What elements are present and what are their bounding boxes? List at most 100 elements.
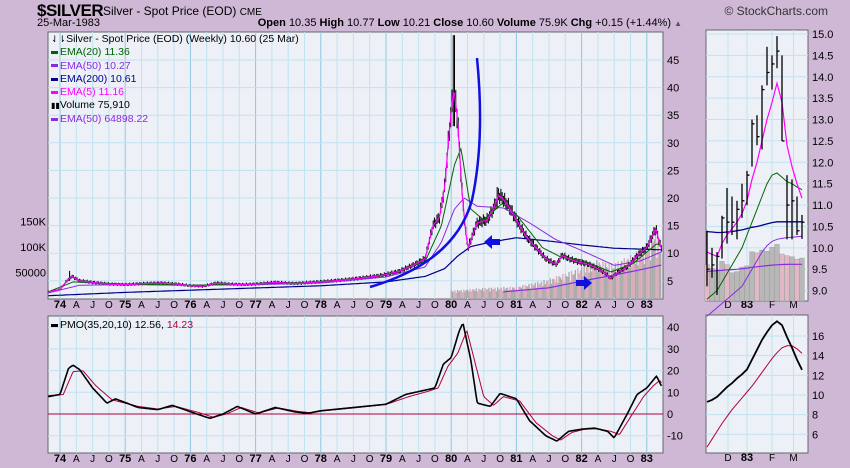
volume-bar — [456, 289, 459, 298]
x-tick-label: A — [269, 454, 276, 465]
pmo-tick-label: 10 — [812, 390, 824, 402]
x-tick-label: 82 — [575, 453, 587, 465]
volume-bar — [554, 281, 556, 298]
x-tick-label: J — [221, 454, 226, 465]
volume-bar — [634, 263, 637, 298]
volume-bar — [549, 278, 551, 298]
volume-bar — [603, 274, 605, 298]
volume-bar — [604, 262, 607, 298]
x-tick-label: A — [464, 300, 471, 311]
volume-bar — [572, 274, 574, 298]
pmo-tick-label: 10 — [667, 387, 679, 399]
legend-volume-text: Volume 75,910 — [59, 99, 130, 112]
volume-bar — [658, 253, 661, 298]
volume-bar — [532, 285, 534, 298]
pmo-legend: PMO(35,20,10) 12.56, 14.23 — [51, 319, 193, 331]
volume-bar — [505, 287, 508, 298]
volume-bar — [528, 283, 530, 298]
volume-bar — [491, 289, 494, 298]
volume-bar — [759, 249, 765, 302]
x-tick-label: O — [235, 300, 243, 311]
volume-bar — [648, 239, 651, 298]
volume-bar — [779, 253, 785, 302]
volume-bar — [450, 290, 452, 298]
legend-ema20: EMA(20) 11.36 — [51, 46, 299, 59]
volume-bar — [483, 291, 485, 298]
volume-bar — [594, 269, 597, 298]
x-tick-label: A — [529, 300, 536, 311]
volume-bar — [621, 260, 623, 298]
volume-bar — [496, 287, 499, 298]
x-tick-label: A — [529, 454, 536, 465]
x-tick-label: 83 — [741, 452, 753, 464]
volume-bar — [459, 290, 461, 298]
volume-tick-label: 50000 — [15, 268, 46, 280]
volume-bar — [622, 271, 624, 298]
legend-pmo-text: PMO(35,20,10) 12.56, — [60, 319, 164, 331]
x-tick-label: A — [595, 300, 602, 311]
x-tick-label: J — [155, 300, 160, 311]
x-tick-label: J — [155, 454, 160, 465]
volume-bar — [653, 239, 656, 298]
volume-tick-label: 150K — [20, 217, 46, 229]
price-tick-label: 10.0 — [812, 243, 833, 255]
x-tick-label: M — [789, 300, 797, 311]
price-tick-label: 10 — [667, 248, 679, 260]
x-tick-label: J — [416, 454, 421, 465]
x-tick-label: O — [170, 454, 178, 465]
price-tick-label: 13.5 — [812, 93, 833, 105]
x-tick-label: A — [138, 300, 145, 311]
x-tick-label: O — [431, 300, 439, 311]
volume-bar — [464, 291, 466, 298]
volume-bar — [545, 281, 548, 298]
x-tick-label: A — [595, 454, 602, 465]
x-tick-label: O — [366, 454, 374, 465]
volume-bar — [484, 288, 486, 298]
volume-bar — [555, 276, 558, 298]
volume-bar — [537, 281, 539, 298]
x-tick-label: A — [399, 454, 406, 465]
volume-bar — [573, 273, 575, 298]
x-tick-label: 81 — [510, 453, 522, 465]
volume-bar — [522, 285, 524, 298]
pmo-swatch-icon — [51, 323, 58, 327]
pmo-tick-label: 0 — [667, 409, 673, 421]
volume-bar — [493, 288, 495, 298]
x-tick-label: O — [301, 454, 309, 465]
volume-bar — [481, 287, 484, 298]
x-tick-label: 74 — [54, 453, 67, 465]
x-tick-label: 78 — [315, 299, 327, 311]
x-tick-label: O — [366, 300, 374, 311]
volume-bar — [609, 276, 612, 298]
x-tick-label: F — [769, 453, 775, 464]
volume-bar — [485, 289, 488, 298]
volume-bar — [654, 232, 657, 298]
legend-price-text: Silver - Spot Price (EOD) (Weekly) 10.60… — [66, 33, 299, 45]
volume-bar — [582, 276, 584, 298]
price-tick-label: 12.0 — [812, 157, 833, 169]
price-tick-label: 11.0 — [812, 200, 833, 212]
volume-bar — [560, 279, 563, 298]
price-tick-label: 14.5 — [812, 50, 833, 62]
x-tick-label: J — [612, 300, 617, 311]
volume-bar — [503, 287, 505, 298]
volume-bar — [592, 263, 594, 298]
volume-bar — [564, 273, 566, 298]
x-tick-label: 77 — [249, 453, 261, 465]
volume-bar — [453, 291, 455, 298]
volume-bar — [465, 289, 467, 298]
x-tick-label: F — [769, 300, 775, 311]
legend-ema200-text: EMA(200) 10.61 — [60, 72, 137, 85]
chart-window: $SILVER Silver - Spot Price (EOD) CME 25… — [0, 0, 850, 468]
x-tick-label: J — [90, 300, 95, 311]
volume-bar — [769, 247, 775, 302]
volume-bar — [458, 291, 460, 298]
x-tick-label: O — [431, 454, 439, 465]
x-tick-label: A — [464, 454, 471, 465]
volume-bar — [480, 290, 482, 298]
volume-bar — [520, 288, 523, 298]
volume-bar — [602, 261, 604, 298]
volume-bar — [490, 287, 493, 298]
pmo-tick-label: 12 — [812, 370, 824, 382]
volume-bar — [488, 287, 490, 298]
